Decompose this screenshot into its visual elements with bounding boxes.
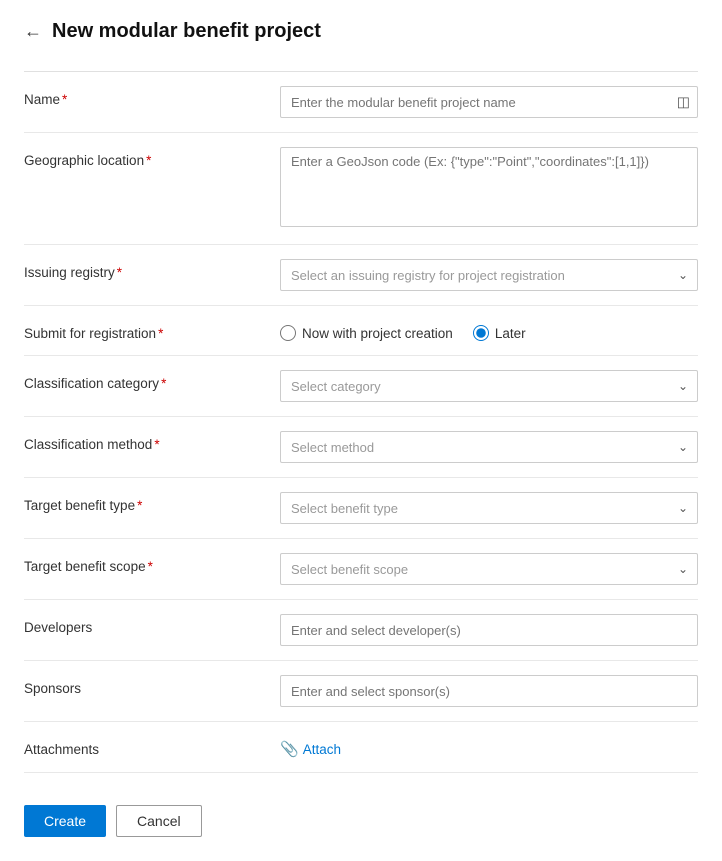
name-field-icon: ◫: [677, 94, 690, 111]
radio-now-option[interactable]: Now with project creation: [280, 325, 453, 341]
developers-control: [280, 614, 698, 646]
cancel-button[interactable]: Cancel: [116, 805, 202, 837]
attachments-row: Attachments 📎 Attach: [24, 722, 698, 773]
sponsors-control: [280, 675, 698, 707]
developers-row: Developers: [24, 600, 698, 661]
geo-input[interactable]: [280, 147, 698, 227]
classification-method-select[interactable]: Select method: [280, 431, 698, 463]
page-header: ← New modular benefit project: [24, 20, 698, 43]
attachments-label: Attachments: [24, 736, 264, 757]
classification-method-control: Select method ⌄: [280, 431, 698, 463]
attachments-control: 📎 Attach: [280, 736, 698, 758]
target-benefit-scope-label: Target benefit scope*: [24, 553, 264, 574]
back-icon[interactable]: ←: [24, 21, 42, 42]
name-input-wrapper: ◫: [280, 86, 698, 118]
geo-required-star: *: [146, 153, 151, 168]
sponsors-row: Sponsors: [24, 661, 698, 722]
radio-later-option[interactable]: Later: [473, 325, 526, 341]
classification-method-required-star: *: [154, 437, 159, 452]
target-benefit-scope-row: Target benefit scope* Select benefit sco…: [24, 539, 698, 600]
developers-input[interactable]: [280, 614, 698, 646]
name-required-star: *: [62, 92, 67, 107]
target-benefit-scope-select-wrapper: Select benefit scope ⌄: [280, 553, 698, 585]
target-benefit-scope-required-star: *: [148, 559, 153, 574]
target-benefit-type-select-wrapper: Select benefit type ⌄: [280, 492, 698, 524]
classification-method-label: Classification method*: [24, 431, 264, 452]
geo-label: Geographic location*: [24, 147, 264, 168]
form-section: Name* ◫ Geographic location* Issuing reg…: [24, 71, 698, 773]
issuing-registry-select-wrapper: Select an issuing registry for project r…: [280, 259, 698, 291]
radio-later-label: Later: [495, 326, 526, 341]
sponsors-input[interactable]: [280, 675, 698, 707]
geo-control: [280, 147, 698, 230]
target-benefit-scope-select[interactable]: Select benefit scope: [280, 553, 698, 585]
radio-now-input[interactable]: [280, 325, 296, 341]
target-benefit-type-required-star: *: [137, 498, 142, 513]
sponsors-label: Sponsors: [24, 675, 264, 696]
classification-category-select[interactable]: Select category: [280, 370, 698, 402]
radio-group: Now with project creation Later: [280, 320, 698, 341]
issuing-registry-row: Issuing registry* Select an issuing regi…: [24, 245, 698, 306]
paperclip-icon: 📎: [280, 740, 299, 758]
create-button[interactable]: Create: [24, 805, 106, 837]
attach-button[interactable]: 📎 Attach: [280, 736, 698, 758]
target-benefit-scope-control: Select benefit scope ⌄: [280, 553, 698, 585]
target-benefit-type-label: Target benefit type*: [24, 492, 264, 513]
name-label: Name*: [24, 86, 264, 107]
name-row: Name* ◫: [24, 72, 698, 133]
target-benefit-type-select[interactable]: Select benefit type: [280, 492, 698, 524]
target-benefit-type-row: Target benefit type* Select benefit type…: [24, 478, 698, 539]
name-input[interactable]: [280, 86, 698, 118]
issuing-registry-control: Select an issuing registry for project r…: [280, 259, 698, 291]
submit-required-star: *: [158, 326, 163, 341]
submit-registration-label: Submit for registration*: [24, 320, 264, 341]
classification-category-row: Classification category* Select category…: [24, 356, 698, 417]
classification-category-label: Classification category*: [24, 370, 264, 391]
submit-registration-control: Now with project creation Later: [280, 320, 698, 341]
attach-label[interactable]: Attach: [303, 742, 341, 757]
developers-label: Developers: [24, 614, 264, 635]
classification-method-select-wrapper: Select method ⌄: [280, 431, 698, 463]
target-benefit-type-control: Select benefit type ⌄: [280, 492, 698, 524]
classification-method-row: Classification method* Select method ⌄: [24, 417, 698, 478]
page-title: New modular benefit project: [52, 20, 321, 43]
issuing-registry-label: Issuing registry*: [24, 259, 264, 280]
classification-category-select-wrapper: Select category ⌄: [280, 370, 698, 402]
classification-category-required-star: *: [161, 376, 166, 391]
radio-later-input[interactable]: [473, 325, 489, 341]
geo-row: Geographic location*: [24, 133, 698, 245]
issuing-registry-required-star: *: [117, 265, 122, 280]
name-control: ◫: [280, 86, 698, 118]
footer-actions: Create Cancel: [24, 797, 698, 837]
issuing-registry-select[interactable]: Select an issuing registry for project r…: [280, 259, 698, 291]
classification-category-control: Select category ⌄: [280, 370, 698, 402]
submit-registration-row: Submit for registration* Now with projec…: [24, 306, 698, 356]
radio-now-label: Now with project creation: [302, 326, 453, 341]
